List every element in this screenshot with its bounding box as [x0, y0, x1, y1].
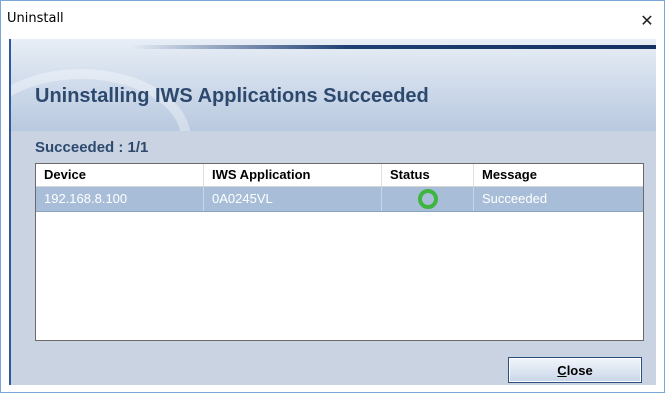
page-title: Uninstalling IWS Applications Succeeded: [35, 85, 429, 107]
column-header-status[interactable]: Status: [382, 164, 474, 186]
table-header: Device IWS Application Status Message: [36, 164, 643, 187]
close-window-icon[interactable]: ✕: [630, 1, 664, 39]
cell-status: [382, 187, 474, 211]
cell-message: Succeeded: [482, 191, 548, 206]
cell-device: 192.168.8.100: [36, 187, 204, 211]
header-banner: Uninstalling IWS Applications Succeeded: [11, 39, 656, 131]
cell-iws-application: 0A0245VL: [204, 187, 382, 211]
table-row[interactable]: 192.168.8.100 0A0245VL Succeeded: [36, 187, 643, 212]
column-header-device[interactable]: Device: [36, 164, 204, 186]
dialog-footer: Close: [11, 343, 656, 385]
close-button-accelerator: C: [557, 362, 567, 378]
uninstall-dialog: Uninstall ✕ Uninstalling IWS Application…: [0, 0, 665, 393]
window-title: Uninstall: [7, 11, 64, 26]
success-ring-icon: [417, 189, 438, 209]
column-header-iws-application[interactable]: IWS Application: [204, 164, 382, 186]
results-table: Device IWS Application Status Message 19…: [35, 163, 644, 341]
banner-decoration-line: [131, 45, 656, 49]
title-bar: Uninstall ✕: [1, 1, 664, 39]
close-button-label-rest: lose: [566, 362, 593, 378]
close-button[interactable]: Close: [508, 357, 642, 383]
column-header-message[interactable]: Message: [474, 164, 643, 186]
summary-label: Succeeded : 1/1: [35, 139, 149, 156]
dialog-client-area: Uninstalling IWS Applications Succeeded …: [9, 39, 656, 385]
